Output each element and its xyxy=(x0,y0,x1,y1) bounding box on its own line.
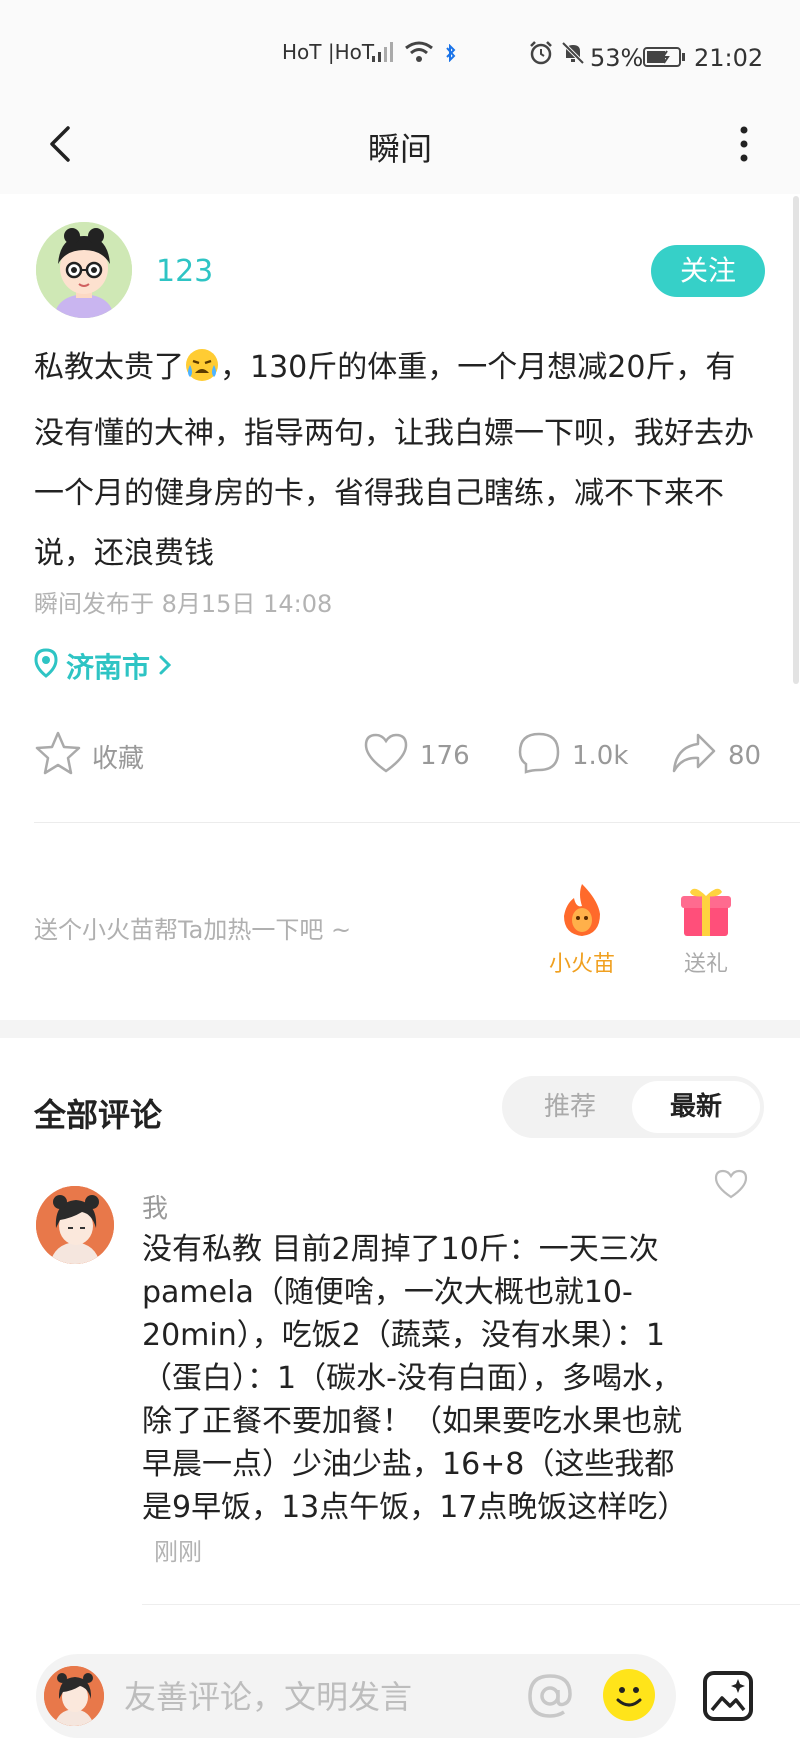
fire-label: 小火苗 xyxy=(548,952,615,977)
image-picker-icon[interactable] xyxy=(702,1670,754,1726)
favorite-label: 收藏 xyxy=(92,743,145,774)
fire-gift-button[interactable]: 小火苗 xyxy=(542,880,622,978)
crying-emoji-icon xyxy=(184,344,220,404)
share-arrow-icon xyxy=(670,731,718,782)
more-icon[interactable] xyxy=(736,124,752,168)
avatar xyxy=(44,1666,104,1726)
share-count: 80 xyxy=(728,741,762,771)
comment-time: 刚刚 xyxy=(154,1538,202,1566)
tab-latest[interactable]: 最新 xyxy=(632,1081,760,1133)
section-separator xyxy=(0,1020,800,1038)
bluetooth-icon xyxy=(444,43,458,66)
comment-body: 没有私教 目前2周掉了10斤：一天三次pamela（随便啥，一次大概也就10-2… xyxy=(142,1228,687,1574)
mute-icon xyxy=(560,40,586,70)
signal-icon xyxy=(370,40,396,68)
comments-title: 全部评论 xyxy=(34,1096,163,1134)
send-gift-button[interactable]: 送礼 xyxy=(666,880,746,978)
post-text-part1: 私教太贵了 xyxy=(34,350,184,385)
like-count: 176 xyxy=(420,741,470,771)
comment-count: 1.0k xyxy=(572,741,629,771)
star-icon xyxy=(34,730,82,783)
emoji-icon[interactable] xyxy=(602,1668,656,1726)
status-bar: HoT |HoT 53% 21:02 xyxy=(0,0,800,96)
chevron-right-icon xyxy=(158,650,172,683)
battery-icon xyxy=(643,46,687,72)
page-title: 瞬间 xyxy=(367,130,432,168)
battery-percent: 53% xyxy=(590,44,644,72)
comment-input[interactable] xyxy=(122,1666,506,1728)
fire-icon xyxy=(552,880,612,940)
heart-icon xyxy=(362,731,410,782)
comment-button[interactable]: 1.0k xyxy=(516,730,628,782)
post-content: 私教太贵了 ，130斤的体重，一个月想减20斤，有没有懂的大神，指导两句，让我白嫖… xyxy=(34,338,764,584)
author-avatar[interactable] xyxy=(36,222,132,318)
location-pin-icon xyxy=(34,647,58,685)
post-timestamp: 瞬间发布于 8月15日 14:08 xyxy=(34,590,333,618)
share-button[interactable]: 80 xyxy=(670,730,761,782)
carrier-text: HoT |HoT xyxy=(282,40,375,64)
divider xyxy=(34,822,800,823)
divider xyxy=(142,1604,800,1605)
clock: 21:02 xyxy=(694,44,764,72)
wifi-icon xyxy=(404,40,434,68)
gift-label: 送礼 xyxy=(683,952,728,977)
gift-box-icon xyxy=(676,880,736,940)
alarm-icon xyxy=(528,40,554,70)
like-button[interactable]: 176 xyxy=(362,730,470,782)
tab-recommended[interactable]: 推荐 xyxy=(506,1081,634,1133)
comment-sort-tabs: 推荐 最新 xyxy=(502,1076,764,1138)
avatar[interactable] xyxy=(36,1186,114,1264)
comment-like-icon[interactable] xyxy=(713,1168,749,1204)
follow-button[interactable]: 关注 xyxy=(651,245,765,297)
at-mention-icon[interactable] xyxy=(526,1672,574,1724)
location-link[interactable]: 济南市 xyxy=(34,646,172,686)
comment-bubble-icon xyxy=(516,730,562,783)
comment-text: 没有私教 目前2周掉了10斤：一天三次pamela（随便啥，一次大概也就10-2… xyxy=(142,1232,688,1525)
favorite-button[interactable]: 收藏 xyxy=(34,730,144,782)
location-name: 济南市 xyxy=(66,651,151,684)
comment-author[interactable]: 我 xyxy=(142,1188,168,1225)
scrollbar[interactable] xyxy=(793,196,799,684)
author-name[interactable]: 123 xyxy=(156,254,213,289)
gift-hint: 送个小火苗帮Ta加热一下吧 ~ xyxy=(34,916,352,944)
